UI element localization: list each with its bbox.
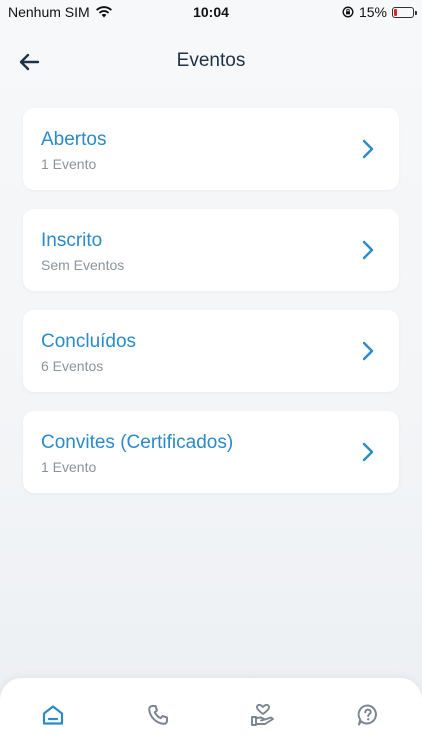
category-card-concluidos[interactable]: Concluídos 6 Eventos	[23, 310, 399, 392]
category-card-abertos[interactable]: Abertos 1 Evento	[23, 108, 399, 190]
help-icon	[357, 704, 377, 726]
hand-heart-icon	[251, 703, 274, 726]
chevron-right-icon	[362, 341, 374, 361]
card-title: Concluídos	[41, 331, 137, 352]
nav-phone[interactable]	[143, 700, 173, 730]
bottom-nav	[0, 678, 422, 750]
header: Eventos	[0, 40, 422, 84]
card-title: Abertos	[41, 129, 107, 150]
card-subtitle: 1 Evento	[41, 459, 97, 475]
category-card-inscrito[interactable]: Inscrito Sem Eventos	[23, 209, 399, 291]
card-subtitle: 1 Evento	[41, 156, 97, 172]
status-bar: Nenhum SIM 10:04 15%	[0, 0, 422, 24]
chevron-right-icon	[362, 139, 374, 159]
nav-home[interactable]	[38, 700, 68, 730]
card-subtitle: 6 Eventos	[41, 358, 104, 374]
card-subtitle: Sem Eventos	[41, 257, 125, 273]
chevron-right-icon	[362, 442, 374, 462]
battery-percent: 15%	[358, 4, 387, 20]
phone-icon	[148, 705, 168, 725]
page-title: Eventos	[176, 50, 246, 71]
card-title: Inscrito	[41, 230, 103, 251]
battery-icon	[392, 6, 417, 18]
orientation-lock-icon	[342, 6, 354, 18]
battery-level-fill	[394, 8, 397, 16]
event-category-list: Abertos 1 Evento Inscrito Sem Eventos Co…	[23, 108, 399, 512]
status-right: 15%	[342, 4, 417, 20]
chevron-right-icon	[362, 240, 374, 260]
nav-help[interactable]	[353, 700, 383, 730]
card-title: Convites (Certificados)	[41, 432, 234, 453]
category-card-convites[interactable]: Convites (Certificados) 1 Evento	[23, 411, 399, 493]
home-icon	[42, 705, 64, 725]
nav-volunteer[interactable]	[248, 700, 278, 730]
